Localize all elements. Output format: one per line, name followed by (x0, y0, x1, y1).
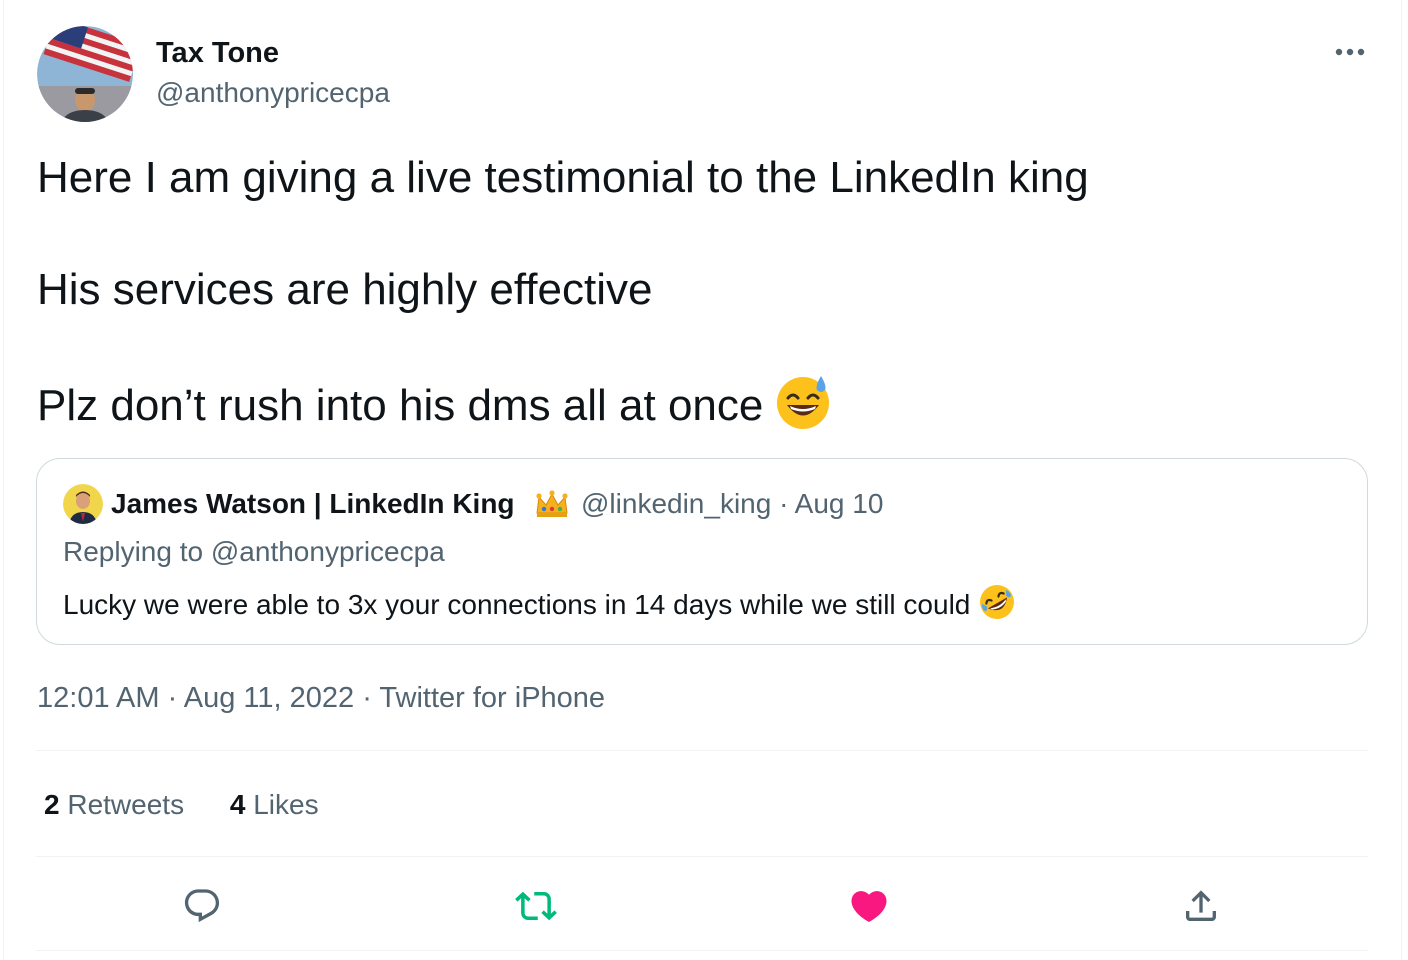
reply-button[interactable] (178, 882, 226, 930)
retweets-label: Retweets (67, 789, 185, 820)
sweat-smile-emoji (775, 374, 831, 444)
tweet-text: Here I am giving a live testimonial to t… (37, 150, 1357, 430)
author-display-name[interactable]: Tax Tone (156, 36, 279, 70)
tweet-text-line-2: His services are highly effective (37, 265, 653, 314)
rolling-on-floor-laughing-emoji (978, 583, 1016, 629)
quoted-tweet-card[interactable]: James Watson | LinkedIn King @linkedin_k… (36, 458, 1368, 645)
quoted-replying-prefix: Replying to (63, 536, 204, 567)
tweet-time[interactable]: 12:01 AM (37, 682, 160, 714)
tweet-detail: Tax Tone @anthonypricecpa Here I am givi… (0, 0, 1408, 960)
reply-icon (184, 889, 220, 923)
divider-bottom (36, 950, 1368, 951)
quoted-meta-separator: · (779, 488, 789, 519)
tweet-text-line-1: Here I am giving a live testimonial to t… (37, 153, 1089, 202)
quoted-tweet-text-content: Lucky we were able to 3x your connection… (63, 589, 971, 620)
share-button[interactable] (1177, 882, 1225, 930)
crown-emoji (534, 489, 570, 524)
likes-stat[interactable]: 4 Likes (230, 788, 319, 822)
quoted-tweet-text: Lucky we were able to 3x your connection… (63, 583, 1016, 629)
author-handle[interactable]: @anthonypricecpa (156, 76, 390, 110)
quoted-author-avatar[interactable] (63, 484, 103, 524)
quoted-author-name[interactable]: James Watson | LinkedIn King (111, 487, 515, 521)
retweet-icon (515, 891, 557, 921)
timestamp-separator-2: · (362, 682, 372, 714)
share-icon (1186, 890, 1216, 921)
likes-label: Likes (253, 789, 319, 820)
tweet-source[interactable]: Twitter for iPhone (379, 682, 605, 714)
column-border-left (3, 0, 4, 960)
tweet-text-line-3-text: Plz don’t rush into his dms all at once (37, 381, 764, 430)
author-avatar[interactable] (37, 26, 133, 122)
heart-icon (851, 891, 887, 923)
like-button[interactable] (845, 882, 893, 930)
retweets-stat[interactable]: 2 Retweets (44, 788, 184, 822)
quoted-meta: @linkedin_king · Aug 10 (581, 487, 883, 521)
divider-middle (36, 856, 1368, 857)
quoted-replying-to: Replying to @anthonypricecpa (63, 535, 445, 569)
quoted-replying-handle[interactable]: @anthonypricecpa (211, 536, 445, 567)
tweet-timestamp: 12:01 AM · Aug 11, 2022 · Twitter for iP… (37, 681, 605, 715)
column-border-right (1401, 0, 1402, 960)
divider-top (36, 750, 1368, 751)
timestamp-separator-1: · (167, 682, 178, 714)
likes-count: 4 (229, 789, 246, 820)
more-dots-icon (1335, 48, 1365, 56)
retweets-count: 2 (44, 789, 60, 820)
more-options-button[interactable] (1326, 34, 1374, 70)
quoted-author-handle[interactable]: @linkedin_king (581, 488, 771, 519)
tweet-date[interactable]: Aug 11, 2022 (184, 682, 354, 714)
quoted-date[interactable]: Aug 10 (795, 488, 884, 519)
tweet-text-line-3: Plz don’t rush into his dms all at once (37, 374, 1357, 430)
retweet-button[interactable] (512, 882, 560, 930)
tweet-stats: 2 Retweets 4 Likes (44, 788, 357, 822)
